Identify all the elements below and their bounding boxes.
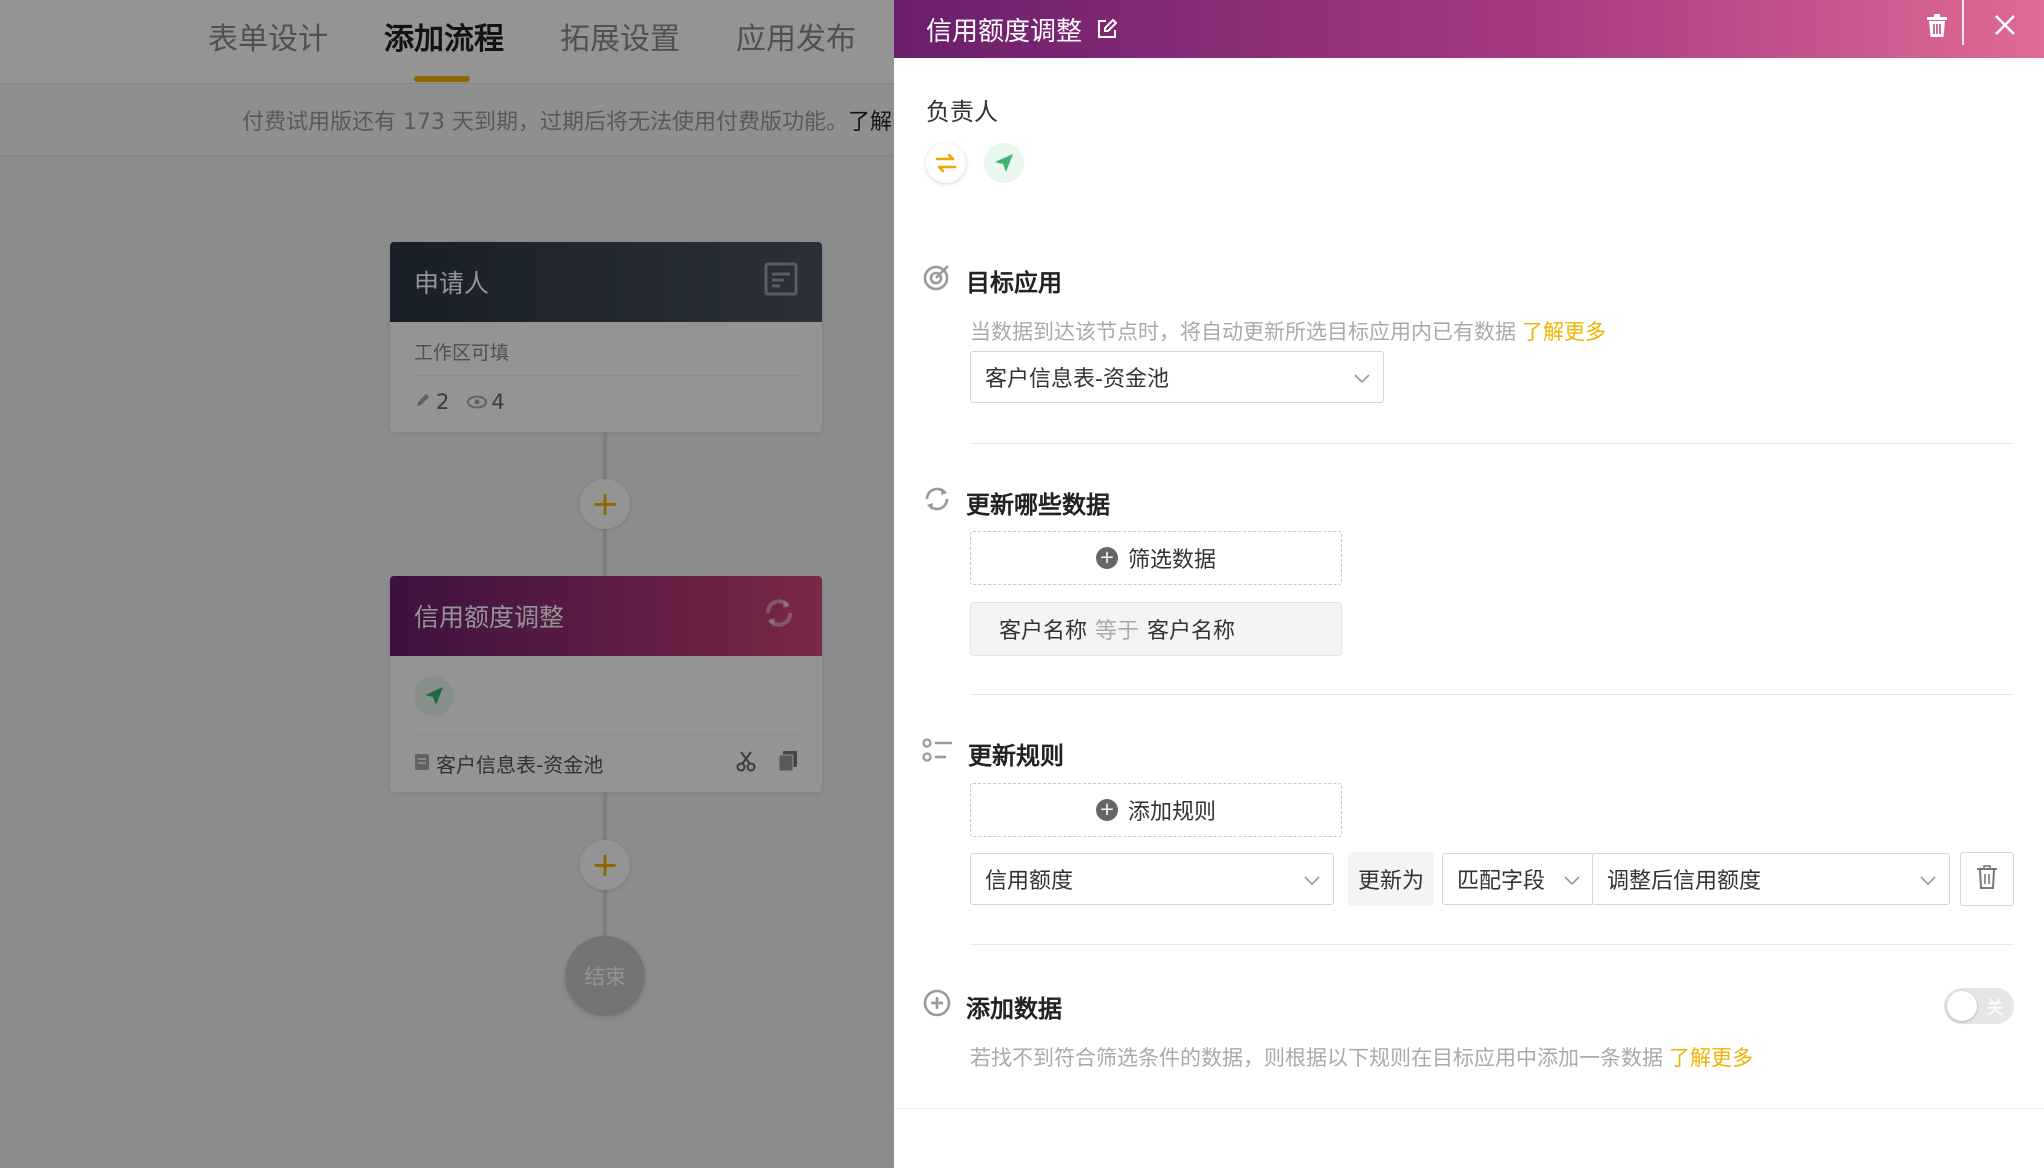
plus-circle-icon: + — [1095, 547, 1118, 569]
section-divider — [970, 694, 2014, 695]
target-app-desc: 当数据到达该节点时，将自动更新所选目标应用内已有数据 — [970, 320, 1516, 344]
rule-value-select[interactable]: 调整后信用额度 — [1592, 853, 1950, 905]
filter-operator: 等于 — [1095, 619, 1140, 644]
section-divider — [894, 1108, 2044, 1109]
modal-overlay[interactable] — [0, 0, 894, 1168]
add-rule-label: 添加规则 — [1127, 800, 1216, 825]
update-to-label: 更新为 — [1348, 852, 1434, 906]
section-divider — [970, 443, 2014, 444]
add-data-toggle[interactable]: 关 — [1944, 988, 2014, 1024]
rule-value-value: 调整后信用额度 — [1607, 869, 1762, 894]
update-rules-title: 更新规则 — [968, 742, 1064, 770]
chevron-down-icon — [1303, 870, 1321, 895]
rule-mode-select[interactable]: 匹配字段 — [1442, 853, 1594, 905]
add-data-section: 添加数据 若找不到符合筛选条件的数据，则根据以下规则在目标应用中添加一条数据 了解… — [922, 988, 2012, 1072]
target-app-select[interactable]: 客户信息表-资金池 — [970, 351, 1384, 403]
list-icon — [922, 737, 954, 771]
toggle-knob — [1947, 991, 1977, 1021]
swap-icon[interactable] — [926, 143, 966, 183]
target-app-section: 目标应用 当数据到达该节点时，将自动更新所选目标应用内已有数据 了解更多 — [922, 262, 2012, 346]
add-data-learn-more-link[interactable]: 了解更多 — [1669, 1046, 1753, 1070]
toggle-label: 关 — [1986, 998, 2004, 1019]
close-icon[interactable] — [1992, 12, 2018, 42]
owner-label: 负责人 — [926, 98, 998, 126]
which-data-title: 更新哪些数据 — [966, 490, 1110, 519]
header-divider — [1962, 0, 1964, 45]
target-app-learn-more-link[interactable]: 了解更多 — [1522, 320, 1606, 344]
chevron-down-icon — [1353, 368, 1371, 393]
refresh-icon — [922, 484, 952, 520]
add-rule-button[interactable]: + 添加规则 — [970, 783, 1342, 837]
target-app-selected: 客户信息表-资金池 — [985, 367, 1169, 392]
plus-circle-icon — [922, 988, 952, 1024]
filter-value: 客户名称 — [1147, 619, 1236, 644]
chevron-down-icon — [1563, 870, 1581, 895]
drawer-header: 信用额度调整 — [894, 0, 2044, 58]
trash-icon — [1976, 865, 1998, 893]
rule-mode-value: 匹配字段 — [1457, 869, 1546, 894]
plus-circle-icon: + — [1095, 799, 1118, 821]
add-data-title: 添加数据 — [966, 994, 1062, 1023]
filter-data-button[interactable]: + 筛选数据 — [970, 531, 1342, 585]
rule-field-select[interactable]: 信用额度 — [970, 853, 1334, 905]
edit-title-icon[interactable] — [1096, 18, 1118, 40]
target-app-title: 目标应用 — [966, 268, 1062, 297]
update-rules-section: 更新规则 — [922, 736, 2012, 771]
add-data-desc: 若找不到符合筛选条件的数据，则根据以下规则在目标应用中添加一条数据 — [970, 1046, 1663, 1070]
target-icon — [922, 262, 952, 298]
rule-field-value: 信用额度 — [985, 869, 1074, 894]
node-config-drawer: 信用额度调整 负责人 目标应用 当数据到达该节点时，将自动更新所选目标应用内已有… — [894, 0, 2044, 1168]
which-data-section: 更新哪些数据 — [922, 484, 2012, 520]
chevron-down-icon — [1919, 870, 1937, 895]
filter-field: 客户名称 — [999, 619, 1088, 644]
filter-condition[interactable]: 客户名称 等于 客户名称 — [970, 602, 1342, 656]
filter-data-label: 筛选数据 — [1127, 548, 1216, 573]
delete-rule-button[interactable] — [1960, 852, 2014, 906]
send-icon[interactable] — [984, 143, 1024, 183]
delete-node-icon[interactable] — [1926, 14, 1948, 42]
owner-section: 负责人 — [926, 92, 1024, 183]
section-divider — [970, 944, 2014, 945]
drawer-title: 信用额度调整 — [926, 16, 1083, 47]
